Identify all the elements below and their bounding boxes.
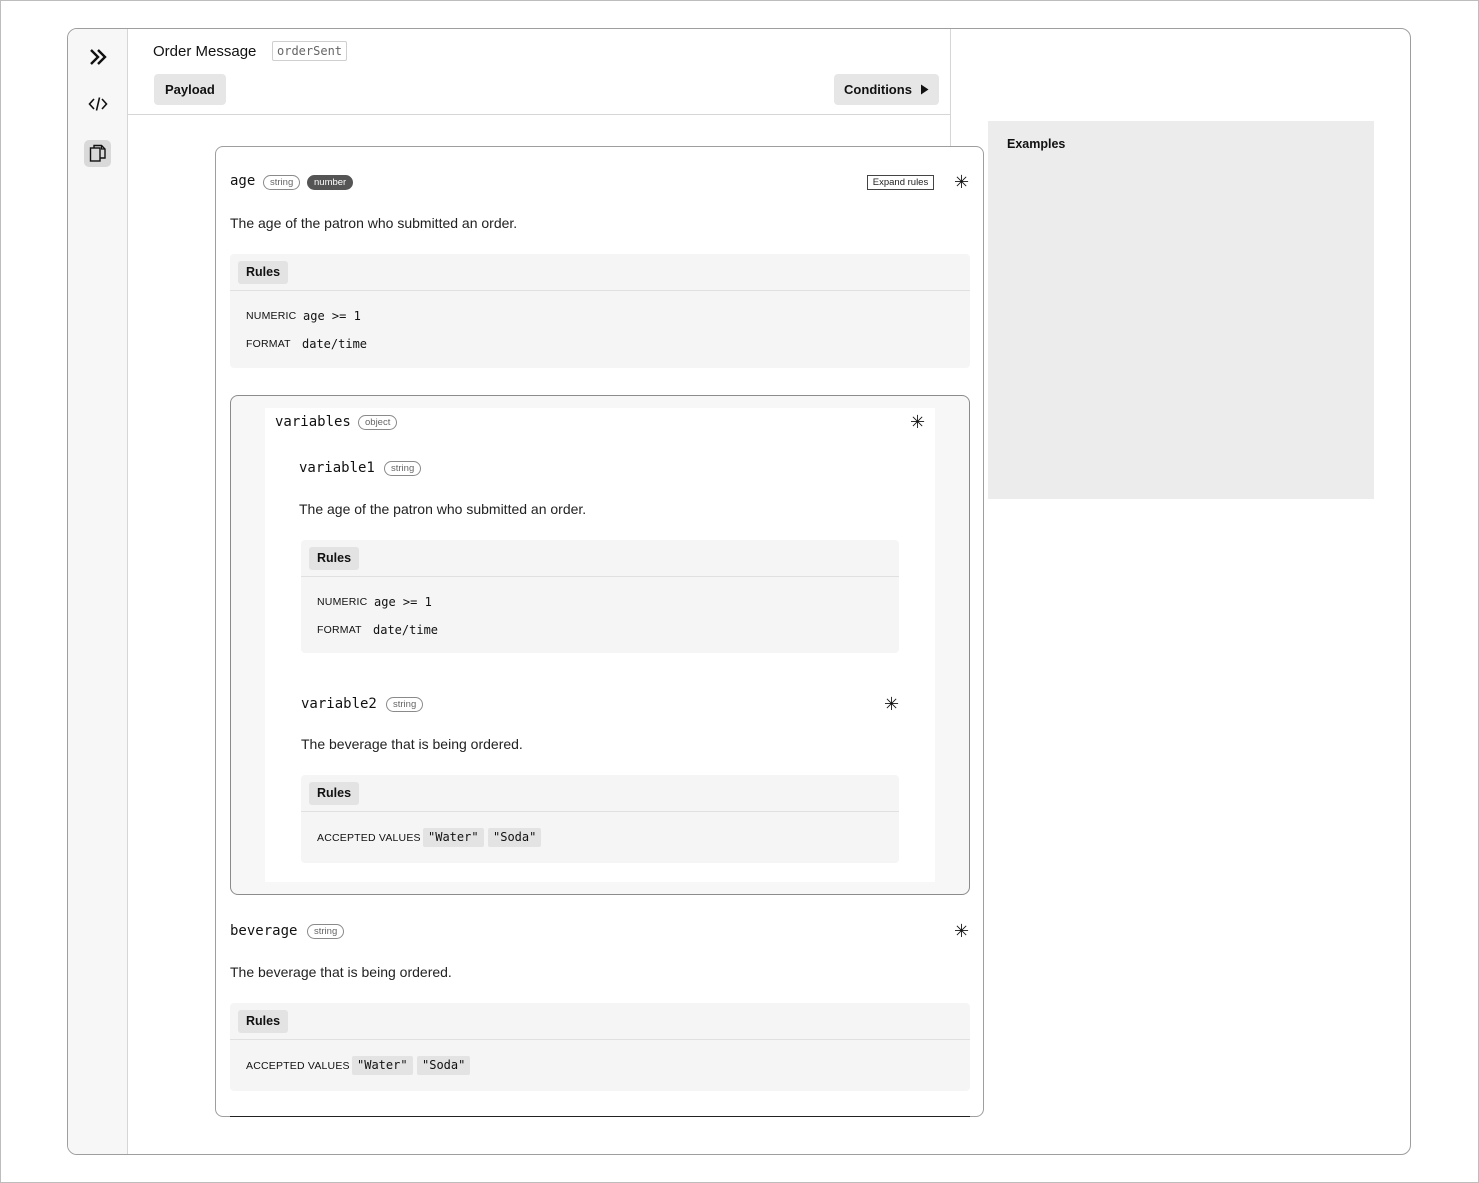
field-name-age: age: [230, 173, 256, 189]
sidebar-rail: [68, 29, 128, 1154]
message-header: Order Message orderSent Payload Conditio…: [128, 29, 951, 115]
accepted-value-chip: "Soda": [488, 828, 542, 847]
field-name-variable1: variable1: [299, 460, 375, 476]
code-icon: [87, 96, 108, 111]
field-name-variable2: variable2: [301, 696, 377, 712]
conditions-label: Conditions: [844, 82, 912, 97]
type-pill-number[interactable]: number: [307, 175, 354, 190]
rule-value-numeric: age >= 1: [303, 309, 361, 323]
accepted-value-chip: "Water": [352, 1056, 413, 1075]
required-icon: ✳: [910, 412, 926, 432]
rule-key-accepted-values: ACCEPTED VALUES: [246, 1060, 350, 1072]
app-window: Order Message orderSent Payload Conditio…: [67, 28, 1411, 1155]
rule-value-numeric: age >= 1: [374, 595, 432, 609]
nested-object-variables: variables object ✳ variable1 string The …: [230, 395, 970, 895]
rules-label: Rules: [238, 261, 289, 284]
rule-value-format: date/time: [302, 337, 368, 351]
rule-key-accepted-values: ACCEPTED VALUES: [317, 832, 421, 844]
conditions-button[interactable]: Conditions: [834, 74, 939, 105]
rules-label: Rules: [309, 547, 360, 570]
required-icon: ✳: [954, 172, 970, 192]
rules-header: Rules: [301, 775, 899, 812]
field-description-variable2: The beverage that is being ordered.: [301, 736, 523, 752]
event-name-tag: orderSent: [272, 41, 348, 61]
rules-panel-beverage: Rules ACCEPTED VALUES "Water" "Soda": [230, 1003, 970, 1091]
code-view-button[interactable]: [84, 90, 111, 117]
type-pill-string: string: [386, 697, 424, 712]
type-pill-object: object: [358, 415, 398, 430]
type-pill-string: string: [384, 461, 422, 476]
rules-header: Rules: [230, 254, 970, 291]
rule-key-format: FORMAT: [246, 338, 291, 350]
rule-key-numeric: NUMERIC: [317, 596, 368, 608]
field-description-age: The age of the patron who submitted an o…: [230, 215, 518, 231]
rule-key-numeric: NUMERIC: [246, 310, 297, 322]
examples-title: Examples: [1007, 137, 1066, 151]
rules-header: Rules: [230, 1003, 970, 1040]
type-pill-string: string: [307, 924, 345, 939]
rules-label: Rules: [309, 782, 360, 805]
docs-view-button[interactable]: [84, 140, 111, 167]
rule-key-format: FORMAT: [317, 624, 362, 636]
accepted-value-chip: "Water": [423, 828, 484, 847]
rules-panel-age: Rules NUMERIC age >= 1 FORMAT date/time: [230, 254, 970, 368]
type-pill-string: string: [263, 175, 301, 190]
rules-panel-variable2: Rules ACCEPTED VALUES "Water" "Soda": [301, 775, 899, 863]
rule-value-format: date/time: [373, 623, 439, 637]
field-name-variables: variables: [275, 414, 351, 430]
main-panel: Order Message orderSent Payload Conditio…: [128, 29, 984, 1117]
expand-rules-button[interactable]: Expand rules: [867, 175, 934, 190]
play-triangle-icon: [920, 84, 929, 95]
page-title: Order Message: [153, 43, 257, 60]
field-description-variable1: The age of the patron who submitted an o…: [299, 501, 587, 517]
field-name-beverage: beverage: [230, 923, 298, 939]
document-copy-icon: [89, 144, 106, 162]
card-divider: [230, 1116, 970, 1117]
expand-sidebar-button[interactable]: [84, 43, 111, 70]
nested-object-body: variables object ✳ variable1 string The …: [265, 408, 935, 882]
required-icon: ✳: [884, 694, 900, 714]
field-description-beverage: The beverage that is being ordered.: [230, 964, 452, 980]
payload-schema-card: age string number Expand rules ✳ The age…: [215, 146, 984, 1117]
required-icon: ✳: [954, 921, 970, 941]
tab-payload[interactable]: Payload: [154, 74, 226, 105]
rules-label: Rules: [238, 1010, 289, 1033]
rules-panel-variable1: Rules NUMERIC age >= 1 FORMAT date/time: [301, 540, 899, 653]
rules-header: Rules: [301, 540, 899, 577]
examples-panel: Examples: [988, 121, 1374, 499]
chevrons-right-icon: [89, 48, 107, 65]
accepted-value-chip: "Soda": [417, 1056, 471, 1075]
